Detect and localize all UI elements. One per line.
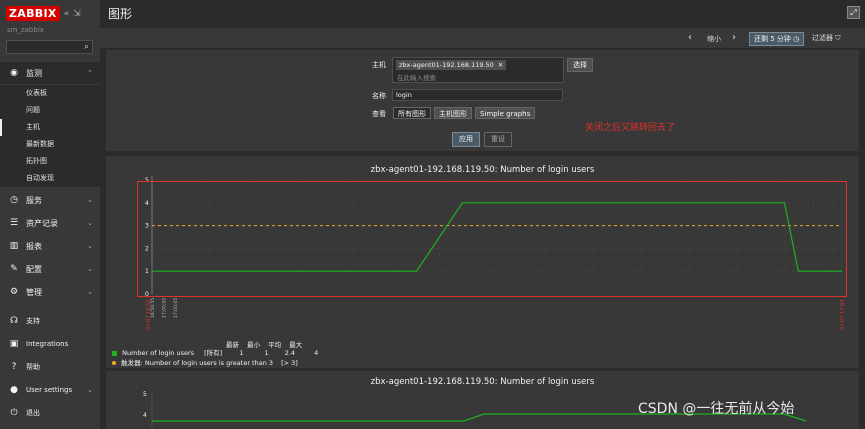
y-tick-5-graph2: 5 <box>143 391 147 398</box>
watermark: CSDN @一往无前从今始 <box>638 401 795 417</box>
login-users-graph-2[interactable]: 5 4 <box>0 0 865 429</box>
y-tick-4-graph2: 4 <box>143 412 147 419</box>
